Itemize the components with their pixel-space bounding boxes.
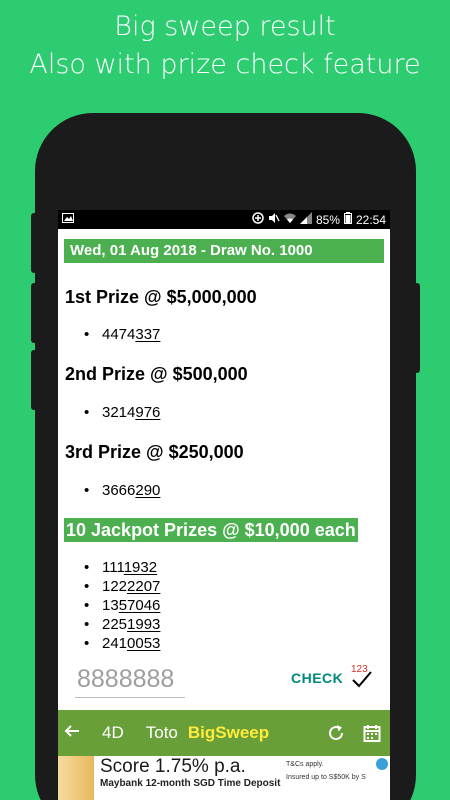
tab-bigsweep[interactable]: BigSweep bbox=[188, 723, 269, 743]
tab-4d[interactable]: 4D bbox=[102, 723, 124, 743]
ad-fine-print: T&Cs apply. Insured up to S$50K by S bbox=[286, 761, 366, 781]
phone-side-button-left bbox=[31, 213, 37, 273]
ticket-number-input[interactable] bbox=[75, 662, 185, 698]
mute-icon bbox=[268, 212, 280, 227]
jackpot-number[interactable]: 1357046 bbox=[84, 596, 390, 615]
svg-text:123: 123 bbox=[351, 664, 368, 675]
third-prize-title: 3rd Prize @ $250,000 bbox=[65, 442, 244, 462]
phone-side-button-left-2 bbox=[31, 283, 37, 343]
status-bar: 85% 22:54 bbox=[58, 210, 390, 229]
battery-icon bbox=[343, 212, 352, 227]
gallery-notification-icon bbox=[62, 213, 74, 226]
prize-number[interactable]: 3214976 bbox=[84, 403, 390, 422]
jackpot-number[interactable]: 1111932 bbox=[84, 558, 390, 577]
ad-banner[interactable]: Score 1.75% p.a. Maybank 12-month SGD Ti… bbox=[58, 756, 390, 800]
calendar-icon[interactable] bbox=[354, 724, 390, 742]
wifi-icon bbox=[283, 212, 296, 227]
jackpot-number[interactable]: 2410053 bbox=[84, 634, 390, 653]
draw-date-banner: Wed, 01 Aug 2018 - Draw No. 1000 bbox=[64, 239, 384, 263]
promo-header: Big sweep result Also with prize check f… bbox=[0, 8, 450, 84]
first-prize-title: 1st Prize @ $5,000,000 bbox=[65, 287, 257, 307]
tab-toto[interactable]: Toto bbox=[146, 723, 178, 743]
bottom-app-bar: 4D Toto BigSweep bbox=[58, 710, 390, 756]
second-prize-title: 2nd Prize @ $500,000 bbox=[65, 364, 248, 384]
check-button[interactable]: CHECK bbox=[291, 670, 343, 686]
check-number-icon[interactable]: 123 bbox=[347, 662, 375, 690]
clock: 22:54 bbox=[355, 212, 386, 227]
prize-number[interactable]: 3666290 bbox=[84, 481, 390, 500]
second-prize-list: 3214976 bbox=[84, 403, 390, 422]
promo-line-1: Big sweep result bbox=[114, 11, 336, 42]
prize-check-row: CHECK 123 bbox=[58, 662, 390, 702]
prize-number[interactable]: 4474337 bbox=[84, 325, 390, 344]
battery-percent: 85% bbox=[315, 212, 340, 227]
app-screen: 85% 22:54 Wed, 01 Aug 2018 - Draw No. 10… bbox=[58, 210, 390, 800]
signal-icon bbox=[299, 212, 312, 227]
back-arrow-icon[interactable] bbox=[64, 722, 92, 745]
jackpot-prize-list: 1111932 1222207 1357046 2251993 2410053 bbox=[84, 558, 390, 653]
ad-image bbox=[58, 756, 94, 800]
refresh-icon[interactable] bbox=[318, 724, 354, 742]
phone-side-button-left-3 bbox=[31, 350, 37, 410]
phone-side-button-right bbox=[414, 283, 420, 373]
third-prize-list: 3666290 bbox=[84, 481, 390, 500]
data-saver-icon bbox=[252, 212, 264, 227]
promo-line-2: Also with prize check feature bbox=[29, 49, 421, 80]
first-prize-list: 4474337 bbox=[84, 325, 390, 344]
jackpot-number[interactable]: 2251993 bbox=[84, 615, 390, 634]
jackpot-number[interactable]: 1222207 bbox=[84, 577, 390, 596]
jackpot-prizes-title: 10 Jackpot Prizes @ $10,000 each bbox=[64, 518, 358, 542]
ad-info-icon[interactable] bbox=[376, 758, 388, 770]
